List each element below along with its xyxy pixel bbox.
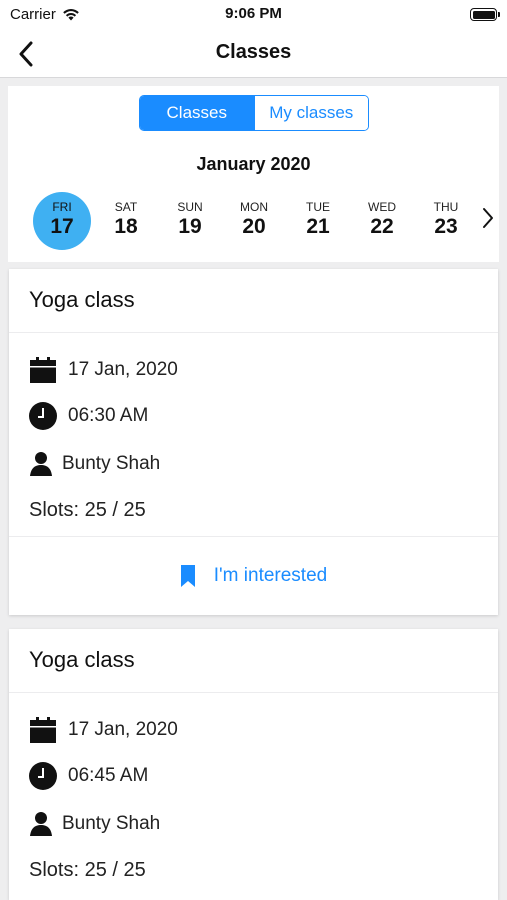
day-number: 22 xyxy=(370,215,394,238)
class-card: Yoga class 17 Jan, 2020 06:30 AM Bunty S… xyxy=(9,269,498,615)
day-wed-22[interactable]: WED 22 xyxy=(352,192,412,250)
day-name: FRI xyxy=(52,200,72,214)
class-date-row: 17 Jan, 2020 xyxy=(28,355,178,385)
status-bar: Carrier 9:06 PM xyxy=(0,0,507,30)
page-title: Classes xyxy=(215,41,292,63)
tab-my-classes[interactable]: My classes xyxy=(253,96,368,130)
class-time-row: 06:30 AM xyxy=(28,401,148,431)
day-name: TUE xyxy=(306,200,330,214)
chevron-right-icon xyxy=(483,208,493,228)
day-name: SUN xyxy=(177,200,203,214)
clock-icon xyxy=(28,761,58,791)
class-date-row: 17 Jan, 2020 xyxy=(28,715,178,745)
class-instructor: Bunty Shah xyxy=(62,813,161,834)
day-name: THU xyxy=(433,200,459,214)
calendar-icon xyxy=(28,715,58,745)
class-slots: Slots: 25 / 25 xyxy=(29,499,146,521)
navigation-bar: Classes xyxy=(0,30,507,78)
class-date: 17 Jan, 2020 xyxy=(68,359,178,380)
day-sun-19[interactable]: SUN 19 xyxy=(160,192,220,250)
segmented-control: Classes My classes xyxy=(139,95,369,131)
class-time-row: 06:45 AM xyxy=(28,761,148,791)
day-number: 17 xyxy=(50,215,74,238)
day-name: SAT xyxy=(114,200,138,214)
class-title: Yoga class xyxy=(29,647,135,672)
next-days-button[interactable] xyxy=(478,204,498,232)
day-fri-17[interactable]: FRI 17 xyxy=(33,192,91,250)
class-card: Yoga class 17 Jan, 2020 06:45 AM Bunty S… xyxy=(9,629,498,900)
day-sat-18[interactable]: SAT 18 xyxy=(96,192,156,250)
person-icon xyxy=(28,809,54,839)
day-name: WED xyxy=(368,200,396,214)
day-mon-20[interactable]: MON 20 xyxy=(224,192,284,250)
class-instructor: Bunty Shah xyxy=(62,453,161,474)
person-icon xyxy=(28,449,54,479)
day-thu-23[interactable]: THU 23 xyxy=(416,192,476,250)
interested-label: I'm interested xyxy=(213,565,328,586)
class-instructor-row: Bunty Shah xyxy=(28,809,160,839)
clock-icon xyxy=(28,401,58,431)
class-slots: Slots: 25 / 25 xyxy=(29,859,146,881)
day-number: 23 xyxy=(434,215,458,238)
calendar-panel: Classes My classes January 2020 FRI 17 S… xyxy=(8,86,499,262)
class-date: 17 Jan, 2020 xyxy=(68,719,178,740)
class-time: 06:45 AM xyxy=(68,765,149,786)
day-tue-21[interactable]: TUE 21 xyxy=(288,192,348,250)
interested-button[interactable]: I'm interested xyxy=(9,537,498,615)
day-number: 20 xyxy=(242,215,266,238)
divider xyxy=(9,332,498,333)
bookmark-icon xyxy=(180,565,195,587)
day-name: MON xyxy=(240,200,268,214)
calendar-icon xyxy=(28,355,58,385)
tab-classes[interactable]: Classes xyxy=(140,96,254,130)
class-title: Yoga class xyxy=(29,287,135,312)
class-time: 06:30 AM xyxy=(68,405,149,426)
status-time: 9:06 PM xyxy=(225,5,282,22)
day-number: 18 xyxy=(114,215,138,238)
class-instructor-row: Bunty Shah xyxy=(28,449,160,479)
month-title: January 2020 xyxy=(196,154,311,174)
day-number: 19 xyxy=(178,215,202,238)
divider xyxy=(9,692,498,693)
day-number: 21 xyxy=(306,215,330,238)
battery-icon xyxy=(470,8,500,21)
